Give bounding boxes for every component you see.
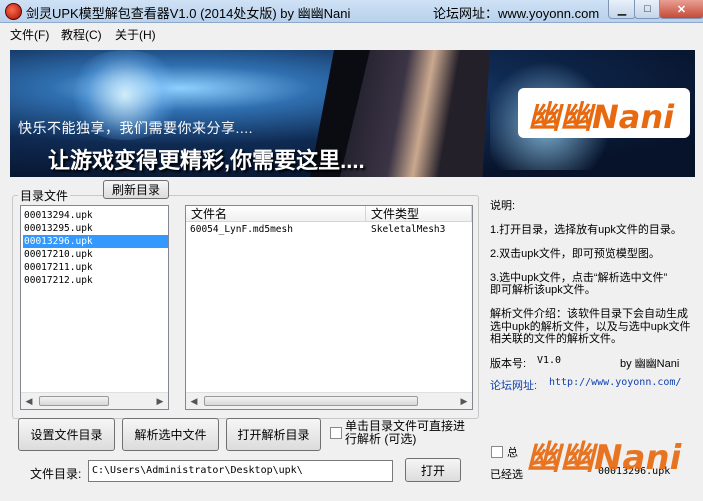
info-step-3-cont: 即可解析该upk文件。 [490,284,596,296]
table-cell-filetype[interactable]: SkeletalMesh3 [371,224,445,235]
total-checkbox[interactable] [491,446,503,458]
menu-about[interactable]: 关于(H) [115,26,156,43]
direct-parse-label: 单击目录文件可直接进行解析 (可选) [345,419,466,446]
parse-selected-button[interactable]: 解析选中文件 [122,418,219,451]
scroll-thumb[interactable] [204,396,418,406]
menu-tutorial[interactable]: 教程(C) [61,26,102,43]
info-step-2: 2.双击upk文件，即可预览模型图。 [490,248,660,260]
menu-file[interactable]: 文件(F) [10,26,49,43]
list-item[interactable]: 00013295.upk [23,222,168,235]
window-title: 剑灵UPK模型解包查看器V1.0 (2014处女版) by 幽幽Nani [26,6,351,21]
maximize-button[interactable]: □ [634,0,661,19]
scroll-right-icon[interactable]: ▶ [456,393,472,409]
list-item[interactable]: 00013294.upk [23,209,168,222]
dir-label: 文件目录: [30,467,82,481]
open-button[interactable]: 打开 [405,458,461,482]
table-cell-filename[interactable]: 60054_LynF.md5mesh [190,224,293,235]
info-title: 说明: [490,200,516,212]
watermark-logo-text: 幽幽Nani [526,438,682,478]
close-icon: ✕ [676,3,687,16]
list-item[interactable]: 00017211.upk [23,261,168,274]
forum-caption: 论坛网址：www.yoyonn.com [433,6,600,21]
list-item[interactable]: 00017212.upk [23,274,168,287]
upk-file-list[interactable]: 00013294.upk 00013295.upk 00013296.upk 0… [20,205,169,410]
minimize-icon: ▁ [617,3,627,16]
column-header-filename[interactable]: 文件名 [186,206,366,222]
version-author: by 幽幽Nani [620,358,680,370]
title-bar: 剑灵UPK模型解包查看器V1.0 (2014处女版) by 幽幽Nani 论坛网… [0,0,703,23]
set-dir-button[interactable]: 设置文件目录 [18,418,115,451]
forum-link[interactable]: http://www.yoyonn.com/ [549,377,681,388]
list-item-selected[interactable]: 00013296.upk [23,235,168,248]
scroll-left-icon[interactable]: ◀ [21,393,37,409]
scroll-right-icon[interactable]: ▶ [152,393,168,409]
scroll-thumb[interactable] [39,396,109,406]
banner-logo: 幽幽Nani [518,88,690,138]
banner-slogan-2: 让游戏变得更精彩,你需要这里.... [48,148,365,173]
close-button[interactable]: ✕ [659,0,703,19]
app-icon[interactable] [5,3,22,20]
minimize-button[interactable]: ▁ [608,0,636,19]
banner-image: 快乐不能独享，我们需要你来分享.... 让游戏变得更精彩,你需要这里.... 幽… [10,50,695,177]
info-parse-intro-3: 相关联的文件的解析文件。 [490,333,622,345]
maximize-icon: □ [644,3,651,15]
mesh-table-scrollbar[interactable]: ◀ ▶ [186,392,472,409]
menu-bar: 文件(F) 教程(C) 关于(H) [0,23,703,43]
forum-label: 论坛网址: [490,380,538,392]
open-parse-dir-button[interactable]: 打开解析目录 [226,418,321,451]
file-list-scrollbar[interactable]: ◀ ▶ [21,392,168,409]
watermark-logo: 幽幽Nani [522,428,698,478]
refresh-dir-button[interactable]: 刷新目录 [103,180,169,199]
dir-input[interactable]: C:\Users\Administrator\Desktop\upk\ [88,460,393,482]
banner-logo-text: 幽幽Nani [528,98,675,136]
selected-label: 已经选 [490,469,523,481]
mesh-file-table[interactable]: 文件名 文件类型 60054_LynF.md5mesh SkeletalMesh… [185,205,473,410]
scroll-left-icon[interactable]: ◀ [186,393,202,409]
version-label: 版本号: [490,358,527,370]
total-checkbox-label: 总 [507,447,518,459]
info-step-1: 1.打开目录，选择放有upk文件的目录。 [490,224,682,236]
list-item[interactable]: 00017210.upk [23,248,168,261]
version-value: V1.0 [537,355,562,366]
direct-parse-checkbox[interactable] [330,427,342,439]
file-group-label: 目录文件 [18,187,71,204]
column-header-filetype[interactable]: 文件类型 [366,206,472,222]
banner-slogan-1: 快乐不能独享，我们需要你来分享.... [18,120,254,136]
